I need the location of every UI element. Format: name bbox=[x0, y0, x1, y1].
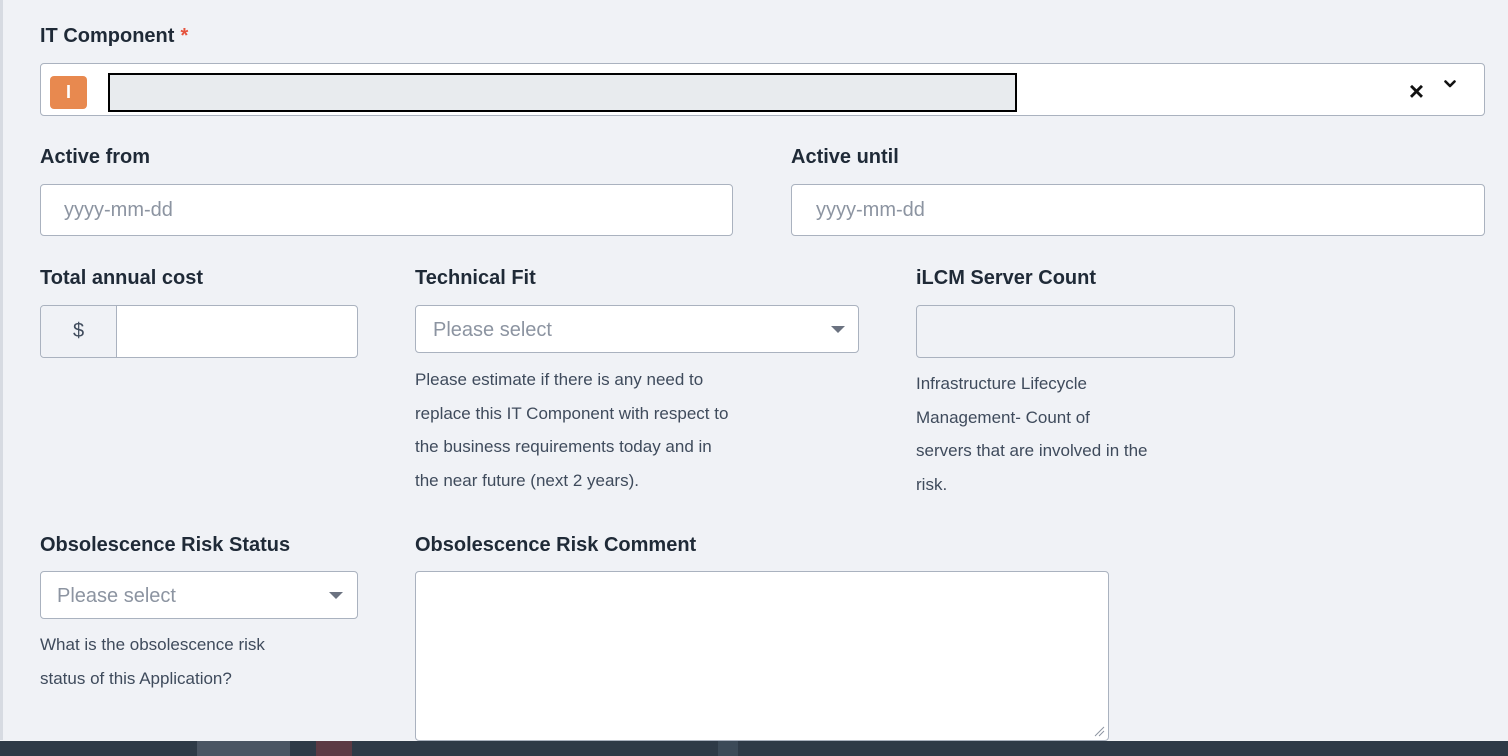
it-component-type-badge: I bbox=[50, 76, 87, 109]
obsolescence-risk-status-label: Obsolescence Risk Status bbox=[40, 534, 291, 556]
help-line: Please estimate if there is any need to bbox=[415, 370, 704, 389]
help-line: risk. bbox=[916, 474, 948, 494]
required-mark: * bbox=[180, 25, 189, 47]
it-component-select[interactable]: I × bbox=[40, 63, 1485, 116]
obsolescence-risk-status-select[interactable]: Please select bbox=[40, 571, 358, 619]
left-border bbox=[0, 0, 3, 740]
help-line: the business requirements today and in bbox=[415, 437, 712, 456]
obsolescence-risk-status-placeholder: Please select bbox=[57, 585, 176, 607]
technical-fit-help: Please estimate if there is any need to … bbox=[415, 363, 728, 497]
technical-fit-placeholder: Please select bbox=[433, 319, 552, 341]
active-until-input[interactable]: yyyy-mm-dd bbox=[791, 184, 1485, 236]
resize-handle-icon[interactable] bbox=[1093, 725, 1105, 737]
it-component-label-text: IT Component bbox=[40, 25, 175, 47]
taskbar-item[interactable] bbox=[316, 741, 352, 756]
help-line: Management- Count of bbox=[916, 407, 1090, 427]
caret-down-icon bbox=[831, 326, 845, 333]
it-component-label: IT Component * bbox=[40, 25, 188, 48]
taskbar-item[interactable] bbox=[718, 741, 738, 756]
total-annual-cost-input[interactable]: $ bbox=[40, 305, 358, 358]
active-from-label: Active from bbox=[40, 146, 151, 168]
currency-prefix: $ bbox=[41, 306, 117, 357]
help-line: What is the obsolescence risk bbox=[40, 635, 265, 654]
close-icon[interactable]: × bbox=[1409, 76, 1424, 106]
caret-down-icon bbox=[329, 592, 343, 599]
redacted-value bbox=[108, 73, 1017, 112]
help-line: servers that are involved in the bbox=[916, 441, 1148, 460]
total-annual-cost-label: Total annual cost bbox=[40, 267, 203, 289]
taskbar-item-active[interactable] bbox=[197, 741, 290, 756]
active-until-placeholder: yyyy-mm-dd bbox=[816, 199, 925, 221]
help-line: replace this IT Component with respect t… bbox=[415, 403, 729, 423]
help-line: the near future (next 2 years). bbox=[415, 470, 639, 490]
active-until-label: Active until bbox=[791, 146, 899, 168]
technical-fit-label: Technical Fit bbox=[415, 267, 536, 289]
chevron-down-icon[interactable] bbox=[1444, 78, 1456, 90]
ilcm-server-count-label: iLCM Server Count bbox=[916, 267, 1097, 289]
ilcm-server-count-help: Infrastructure Lifecycle Management- Cou… bbox=[916, 367, 1148, 501]
obsolescence-risk-comment-textarea[interactable] bbox=[415, 571, 1109, 741]
obsolescence-risk-status-help: What is the obsolescence risk status of … bbox=[40, 628, 265, 695]
taskbar bbox=[0, 741, 1508, 756]
active-from-input[interactable]: yyyy-mm-dd bbox=[40, 184, 733, 236]
help-line: Infrastructure Lifecycle bbox=[916, 374, 1088, 393]
ilcm-server-count-input[interactable] bbox=[916, 305, 1235, 358]
obsolescence-risk-comment-label: Obsolescence Risk Comment bbox=[415, 534, 697, 556]
help-line: status of this Application? bbox=[40, 668, 232, 688]
active-from-placeholder: yyyy-mm-dd bbox=[64, 199, 173, 221]
technical-fit-select[interactable]: Please select bbox=[415, 305, 859, 353]
